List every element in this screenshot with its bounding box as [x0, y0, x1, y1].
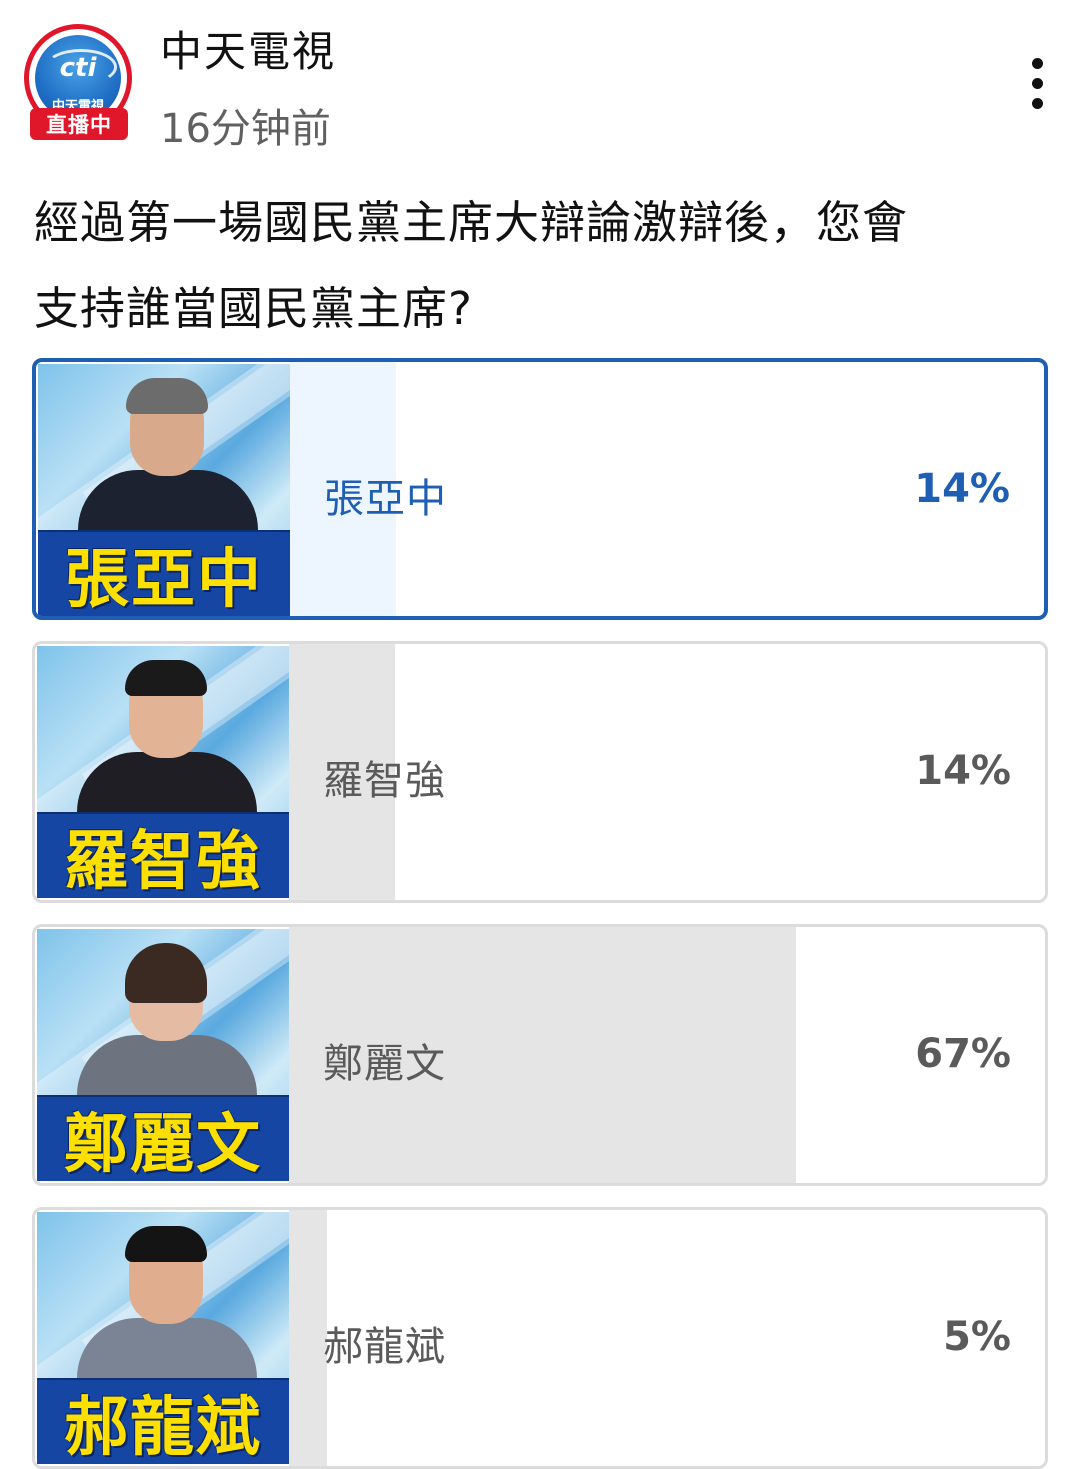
thumbnail-caption: 鄭麗文 — [37, 1095, 289, 1181]
thumbnail-caption: 羅智強 — [37, 812, 289, 898]
thumbnail-caption-text: 郝龍斌 — [64, 1391, 262, 1464]
thumbnail-caption-text: 羅智強 — [64, 825, 262, 898]
candidate-thumbnail: 羅智強 — [37, 646, 289, 898]
candidate-thumbnail: 張亞中 — [38, 364, 290, 616]
poll-option[interactable]: 張亞中 張亞中 14% — [32, 358, 1048, 620]
option-percent: 14% — [914, 466, 1010, 512]
candidate-photo — [67, 1226, 267, 1398]
candidate-photo — [67, 943, 267, 1115]
thumbnail-caption-text: 張亞中 — [65, 543, 263, 616]
thumbnail-caption: 郝龍斌 — [37, 1378, 289, 1464]
candidate-photo — [68, 378, 268, 550]
live-badge: 直播中 — [30, 108, 128, 140]
poll-option[interactable]: 郝龍斌 郝龍斌 5% — [32, 1207, 1048, 1469]
question-line: 經過第一場國民黨主席大辯論激辯後，您會 — [34, 196, 909, 249]
thumbnail-caption: 張亞中 — [38, 530, 290, 616]
more-dot-icon — [1032, 58, 1043, 69]
logo-text: cti — [59, 53, 97, 83]
candidate-thumbnail: 鄭麗文 — [37, 929, 289, 1181]
poll-option[interactable]: 鄭麗文 鄭麗文 67% — [32, 924, 1048, 1186]
candidate-thumbnail: 郝龍斌 — [37, 1212, 289, 1464]
more-options-button[interactable] — [1018, 56, 1058, 112]
poll-question: 經過第一場國民黨主席大辯論激辯後，您會 支持誰當國民黨主席? — [34, 180, 1044, 352]
option-percent: 14% — [915, 748, 1011, 794]
post-timestamp: 16分钟前 — [160, 106, 331, 152]
question-line: 支持誰當國民黨主席? — [34, 282, 473, 335]
option-label: 羅智強 — [323, 758, 446, 804]
option-percent: 67% — [915, 1031, 1011, 1077]
option-label: 張亞中 — [324, 476, 447, 522]
more-dot-icon — [1032, 78, 1043, 89]
channel-avatar[interactable]: cti 中天電視 直播中 — [22, 24, 138, 144]
option-percent: 5% — [943, 1314, 1011, 1360]
more-dot-icon — [1032, 98, 1043, 109]
post-header: cti 中天電視 直播中 中天電視 16分钟前 — [0, 0, 1080, 160]
vote-bar — [289, 1210, 327, 1466]
option-label: 鄭麗文 — [323, 1041, 446, 1087]
thumbnail-caption-text: 鄭麗文 — [64, 1108, 262, 1181]
option-label: 郝龍斌 — [323, 1324, 446, 1370]
poll-option[interactable]: 羅智強 羅智強 14% — [32, 641, 1048, 903]
candidate-photo — [67, 660, 267, 832]
channel-name[interactable]: 中天電視 — [160, 18, 336, 79]
